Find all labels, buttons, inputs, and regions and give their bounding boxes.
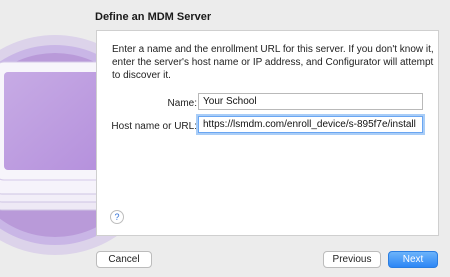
previous-button[interactable]: Previous bbox=[323, 251, 381, 268]
instructions-text: Enter a name and the enrollment URL for … bbox=[112, 44, 434, 81]
help-button[interactable]: ? bbox=[110, 210, 124, 224]
host-label: Host name or URL: bbox=[111, 121, 197, 132]
cancel-button[interactable]: Cancel bbox=[96, 251, 152, 268]
next-button[interactable]: Next bbox=[388, 251, 438, 268]
dialog-title: Define an MDM Server bbox=[95, 11, 212, 23]
server-form-panel: Enter a name and the enrollment URL for … bbox=[96, 30, 439, 236]
name-label: Name: bbox=[167, 98, 197, 109]
host-url-field[interactable] bbox=[198, 116, 423, 133]
name-field[interactable] bbox=[198, 93, 423, 110]
